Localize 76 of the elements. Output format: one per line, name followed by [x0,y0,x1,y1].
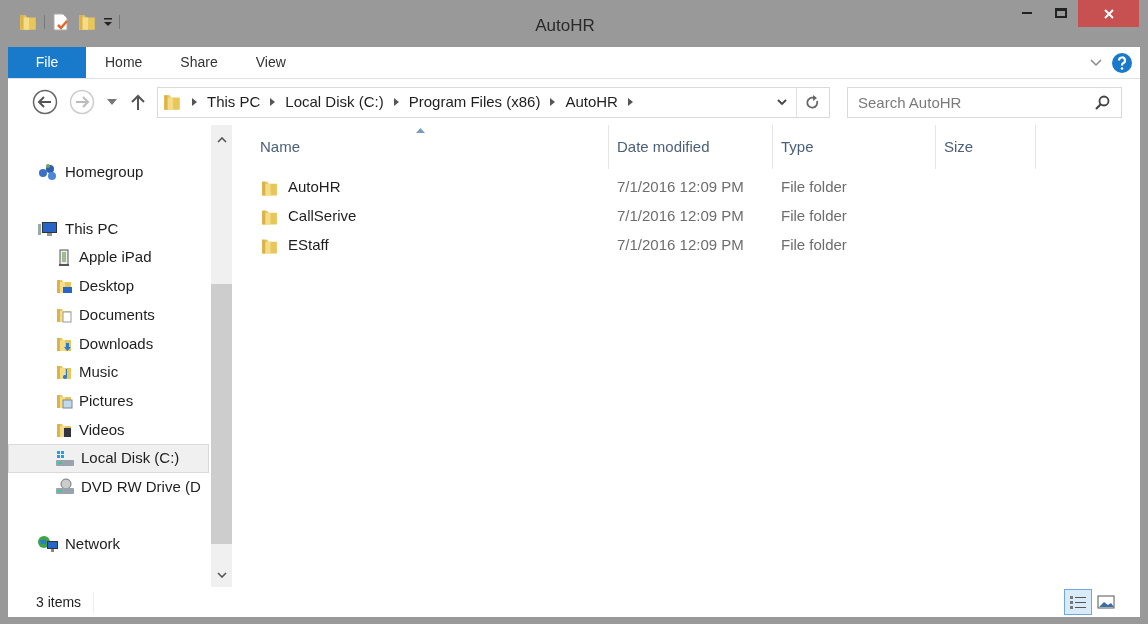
breadcrumb-item[interactable]: Program Files (x86) [408,90,541,114]
nav-item[interactable]: Music [8,358,209,387]
file-type: File folder [781,207,847,225]
ribbon-tab[interactable]: File [8,47,86,78]
nav-item[interactable]: Network [8,529,209,559]
music-folder-icon [55,363,73,382]
nav-item[interactable]: Homegroup [8,158,209,187]
file-name: EStaff [288,235,329,256]
new-folder-icon [77,12,97,32]
close-icon[interactable] [1102,7,1115,20]
properties-icon[interactable] [51,12,71,32]
dvd-drive-icon [55,478,75,497]
search-field[interactable]: Search AutoHR [847,86,1122,118]
homegroup-icon [37,163,59,182]
search-icon[interactable] [1095,94,1110,110]
recent-dropdown-icon[interactable] [107,99,117,105]
item-count: 3 items [36,591,95,613]
column-header[interactable]: Size [936,125,1036,169]
dropdown-icon[interactable] [103,17,113,27]
nav-item[interactable]: Local Disk (C:) [8,444,209,473]
chevron-down-icon[interactable] [777,98,787,106]
chevron-right-icon[interactable] [627,98,633,106]
file-row[interactable]: AutoHR 7/1/2016 12:09 PM File folder [252,173,1140,202]
chevron-right-icon[interactable] [550,98,556,106]
desktop-folder-icon [55,277,73,296]
drive-icon [55,449,75,468]
ribbon-tab[interactable]: Home [86,47,162,78]
refresh-icon[interactable] [806,94,820,110]
details-view-button[interactable] [1064,589,1092,615]
breadcrumb-item[interactable]: Local Disk (C:) [285,90,384,114]
computer-icon [37,220,59,239]
ribbon-tab[interactable]: Share [161,47,237,78]
scrollbar-thumb[interactable] [211,284,232,544]
chevron-right-icon[interactable] [192,98,197,106]
date-modified: 7/1/2016 12:09 PM [617,236,744,254]
back-icon[interactable] [32,89,58,115]
nav-item[interactable]: Downloads [8,329,209,359]
breadcrumb-item[interactable]: AutoHR [565,90,618,114]
address-bar[interactable]: This PC Local Disk (C:) Program Files (x86) AutoHR [157,86,830,118]
file-type: File folder [781,178,847,196]
file-type: File folder [781,236,847,254]
chevron-right-icon[interactable] [270,98,276,106]
folder-icon [162,92,182,112]
file-row[interactable]: EStaff 7/1/2016 12:09 PM File folder [252,231,1140,260]
nav-item[interactable]: Pictures [8,386,209,416]
nav-item[interactable]: This PC [8,214,209,244]
nav-item[interactable]: DVD RW Drive (D [8,472,209,502]
up-arrow-icon[interactable] [131,94,145,110]
date-modified: 7/1/2016 12:09 PM [617,207,744,225]
help-icon[interactable] [1112,52,1132,73]
column-header[interactable]: Date modified [609,125,773,169]
scrollbar[interactable] [211,125,232,587]
file-name: CallSerive [288,206,357,227]
list-icon [1069,594,1087,610]
nav-item[interactable]: Desktop [8,272,209,301]
scroll-up-icon[interactable] [216,137,227,143]
file-row[interactable]: CallSerive 7/1/2016 12:09 PM File folder [252,202,1140,231]
expand-ribbon-icon[interactable] [1090,58,1102,67]
network-icon [37,534,59,553]
documents-folder-icon [55,306,73,325]
column-header[interactable]: Type [773,125,936,169]
folder-icon [18,12,38,32]
breadcrumb-item[interactable]: This PC [207,90,261,114]
nav-item[interactable]: Videos [8,415,209,445]
close-button[interactable] [1078,0,1139,27]
chevron-right-icon[interactable] [393,98,399,106]
nav-item[interactable]: Documents [8,300,209,330]
ribbon-tab[interactable]: View [236,47,305,78]
sort-ascending-icon [416,128,425,133]
date-modified: 7/1/2016 12:09 PM [617,178,744,196]
image-icon [1097,595,1115,609]
file-name: AutoHR [288,177,341,198]
nav-item[interactable]: Apple iPad [8,243,209,273]
scroll-down-icon[interactable] [216,572,227,578]
window-title: AutoHR [535,16,595,35]
pictures-folder-icon [55,392,73,411]
